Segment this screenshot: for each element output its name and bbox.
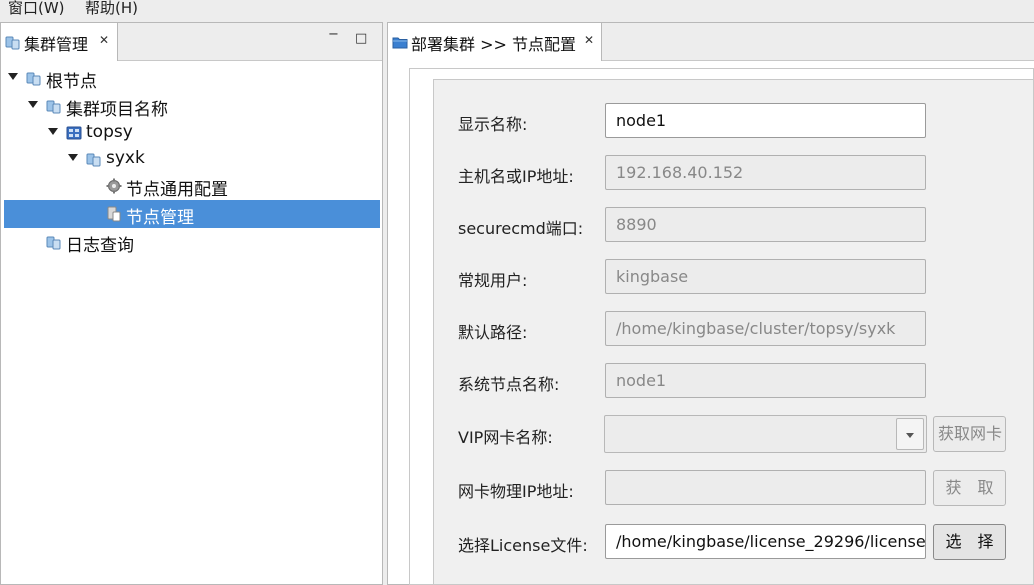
maximize-icon[interactable]: □: [355, 31, 367, 46]
host-label: 主机名或IP地址:: [458, 167, 574, 186]
tab-cluster-management[interactable]: 集群管理 ✕: [1, 23, 118, 61]
tree-item-label: syxk: [106, 148, 145, 168]
system-node-name-field: node1: [605, 363, 926, 398]
left-tab-bar: 集群管理 ✕ − □: [1, 23, 382, 61]
node-icon: [107, 206, 121, 222]
host-field: 192.168.40.152: [605, 155, 926, 190]
nic-physical-ip-label: 网卡物理IP地址:: [458, 482, 574, 501]
get-nic-button[interactable]: 获取网卡: [933, 416, 1006, 452]
folder-icon: [392, 37, 408, 49]
project-icon: [66, 126, 82, 140]
cluster-icon: [46, 236, 61, 250]
tab-node-config[interactable]: 部署集群 >> 节点配置 ✕: [388, 23, 602, 61]
get-ip-button[interactable]: 获 取: [933, 470, 1006, 506]
cluster-management-panel: 集群管理 ✕ − □ 根节点 集群项目名称 topsy syxk 节点通用配置 …: [0, 22, 383, 585]
cluster-icon: [46, 100, 61, 114]
vip-nic-label: VIP网卡名称:: [458, 428, 553, 447]
securecmd-port-field: 8890: [605, 207, 926, 242]
license-file-field[interactable]: /home/kingbase/license_29296/license.dat: [605, 524, 926, 559]
tree-item-label: 节点通用配置: [126, 180, 228, 200]
tree-item-node-management[interactable]: 节点管理: [4, 200, 380, 228]
tree-item-topsy[interactable]: topsy: [4, 119, 380, 147]
cluster-icon: [5, 36, 20, 50]
menu-window[interactable]: 窗口(W): [8, 0, 65, 18]
menu-bar: 窗口(W) 帮助(H): [0, 0, 1034, 20]
minimize-icon[interactable]: −: [328, 27, 339, 42]
close-icon[interactable]: ✕: [99, 33, 109, 47]
tree-item-node-general-config[interactable]: 节点通用配置: [4, 172, 380, 200]
gear-icon: [106, 178, 122, 194]
default-path-label: 默认路径:: [458, 323, 528, 342]
tree-item-log-query[interactable]: 日志查询: [4, 228, 380, 256]
expand-arrow-icon[interactable]: [68, 154, 78, 161]
cluster-icon: [86, 153, 101, 167]
tree-item-label: 节点管理: [126, 208, 194, 228]
tab-node-config-label: 部署集群 >> 节点配置: [411, 35, 576, 54]
tree-item-root[interactable]: 根节点: [4, 64, 380, 92]
cluster-icon: [26, 72, 41, 86]
user-field: kingbase: [605, 259, 926, 294]
expand-arrow-icon[interactable]: [8, 73, 18, 80]
menu-help[interactable]: 帮助(H): [85, 0, 138, 18]
license-file-label: 选择License文件:: [458, 536, 588, 555]
close-icon[interactable]: ✕: [584, 33, 594, 47]
tree-item-label: 集群项目名称: [66, 100, 168, 120]
securecmd-port-label: securecmd端口:: [458, 219, 584, 238]
choose-license-button[interactable]: 选 择: [933, 524, 1006, 560]
display-name-field[interactable]: node1: [605, 103, 926, 138]
display-name-label: 显示名称:: [458, 115, 528, 134]
expand-arrow-icon[interactable]: [48, 128, 58, 135]
vip-nic-select[interactable]: [604, 415, 927, 453]
tree-item-label: topsy: [86, 122, 133, 142]
chevron-down-icon[interactable]: [896, 418, 924, 450]
tree-item-label: 日志查询: [66, 236, 134, 256]
nic-physical-ip-field: [605, 470, 926, 505]
tab-cluster-management-label: 集群管理: [24, 35, 89, 54]
tree-item-syxk[interactable]: syxk: [4, 145, 380, 173]
default-path-field: /home/kingbase/cluster/topsy/syxk: [605, 311, 926, 346]
expand-arrow-icon[interactable]: [28, 101, 38, 108]
cluster-tree: 根节点 集群项目名称 topsy syxk 节点通用配置 节点管理 日志查询: [4, 63, 380, 583]
system-node-name-label: 系统节点名称:: [458, 375, 560, 394]
tree-item-label: 根节点: [46, 72, 97, 92]
tree-item-cluster-project[interactable]: 集群项目名称: [4, 92, 380, 120]
right-tab-bar: 部署集群 >> 节点配置 ✕: [388, 23, 1034, 61]
user-label: 常规用户:: [458, 271, 528, 290]
